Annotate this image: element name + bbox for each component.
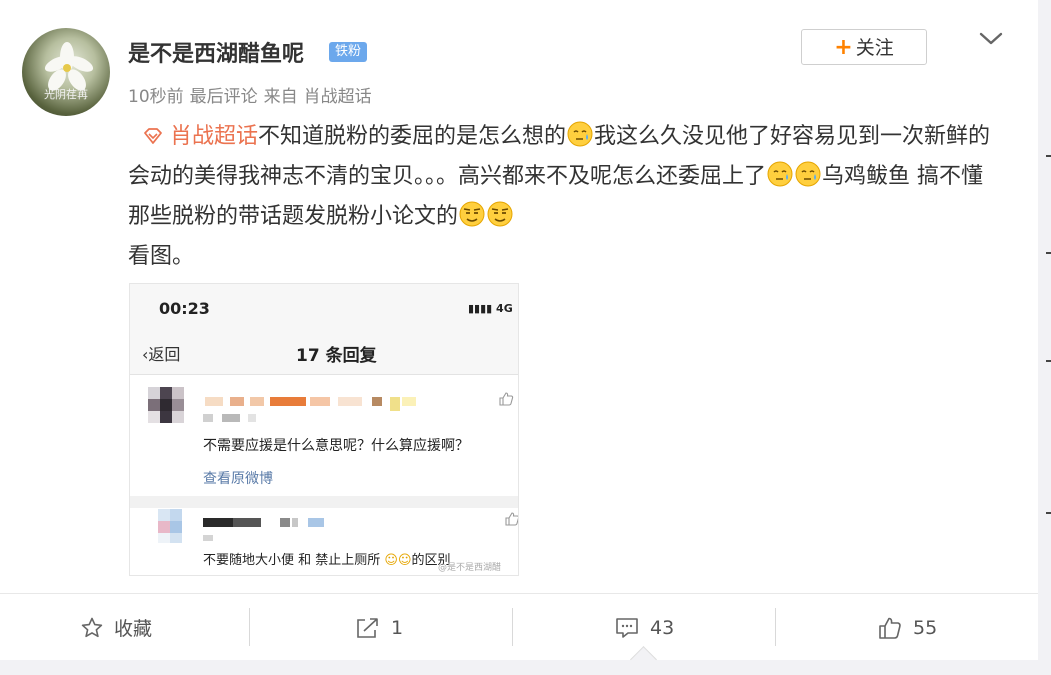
sweat-emoji-icon <box>795 161 821 187</box>
phone-signal: ▮▮▮▮ 4G <box>468 302 513 315</box>
right-gutter <box>1038 0 1051 675</box>
favorite-button[interactable]: 收藏 <box>80 594 152 660</box>
comment-1: 不需要应援是什么意思呢？什么算应援啊？ <box>203 438 469 454</box>
comment-2-text: 不要随地大小便 和 禁止上厕所 <box>203 553 381 568</box>
thumb-up-icon <box>499 392 514 406</box>
share-icon <box>357 617 378 638</box>
view-original-link: 查看原微博 <box>203 471 273 487</box>
smile-emoji-icon: ☺☺ <box>384 553 412 568</box>
comment-icon <box>616 617 638 638</box>
divider <box>249 608 250 646</box>
follow-label: 关注 <box>855 37 894 59</box>
action-bar: 收藏 1 43 55 <box>0 593 1038 660</box>
divider <box>775 608 776 646</box>
sweat-emoji-icon <box>567 121 593 147</box>
like-button[interactable]: 55 <box>877 594 937 660</box>
comment-count: 43 <box>650 616 675 639</box>
smug-emoji-icon <box>459 201 485 227</box>
topic-link[interactable]: 肖战超话 <box>170 124 258 149</box>
super-topic-icon <box>144 128 162 144</box>
scroll-mark <box>1046 252 1051 254</box>
user-avatar[interactable]: 光阴荏苒 <box>22 28 110 116</box>
smug-emoji-icon <box>487 201 513 227</box>
chevron-down-icon[interactable] <box>977 27 1005 49</box>
thumb-up-icon <box>505 512 518 526</box>
scroll-mark <box>1046 155 1051 157</box>
scroll-mark <box>1046 360 1051 362</box>
thumb-up-icon <box>879 617 901 639</box>
share-count: 1 <box>391 616 404 639</box>
share-button[interactable]: 1 <box>355 594 403 660</box>
star-icon <box>81 617 103 637</box>
post-meta: 10秒前 最后评论 来自 肖战超话 <box>128 82 378 107</box>
source-link[interactable]: 肖战超话 <box>304 87 372 107</box>
weibo-post-card: 光阴荏苒 是不是西湖醋鱼呢 铁粉 10秒前 最后评论 来自 肖战超话 + 关注 肖战超话… <box>0 0 1038 660</box>
comment-2: 不要随地大小便 和 禁止上厕所 ☺☺的区别 <box>203 549 451 568</box>
author-name[interactable]: 是不是西湖醋鱼呢 <box>128 36 304 68</box>
like-count: 55 <box>913 616 938 639</box>
phone-back-button: ‹返回 <box>142 345 181 364</box>
follow-button[interactable]: + 关注 <box>801 29 927 65</box>
post-content: 肖战超话不知道脱粉的委屈的是怎么想的 我这么久没见他了好容易见到一次新鲜的会动的美… <box>128 117 1003 277</box>
post-image[interactable]: 00:23 ▮▮▮▮ 4G ‹返回 17 条回复 不需要应援是什么意思呢？什么算… <box>129 283 519 576</box>
replies-title: 17 条回复 <box>296 346 377 366</box>
post-text-4: 看图。 <box>128 244 195 269</box>
back-label: 返回 <box>148 345 181 364</box>
sweat-emoji-icon <box>767 161 793 187</box>
scroll-mark <box>1046 512 1051 514</box>
favorite-label: 收藏 <box>114 618 153 640</box>
phone-time: 00:23 <box>159 299 210 318</box>
image-watermark: @是不是西湖醋 <box>438 563 502 573</box>
avatar-caption: 光阴荏苒 <box>44 88 88 101</box>
comment-divider <box>130 496 518 508</box>
post-text-1: 不知道脱粉的委屈的是怎么想的 <box>258 124 567 149</box>
post-time[interactable]: 10秒前 <box>128 87 184 107</box>
divider <box>512 608 513 646</box>
network-type: 4G <box>496 302 513 315</box>
plus-icon: + <box>834 35 853 60</box>
from-label: 来自 <box>263 87 298 107</box>
fan-badge[interactable]: 铁粉 <box>329 42 368 62</box>
last-comment-label: 最后评论 <box>189 87 258 107</box>
